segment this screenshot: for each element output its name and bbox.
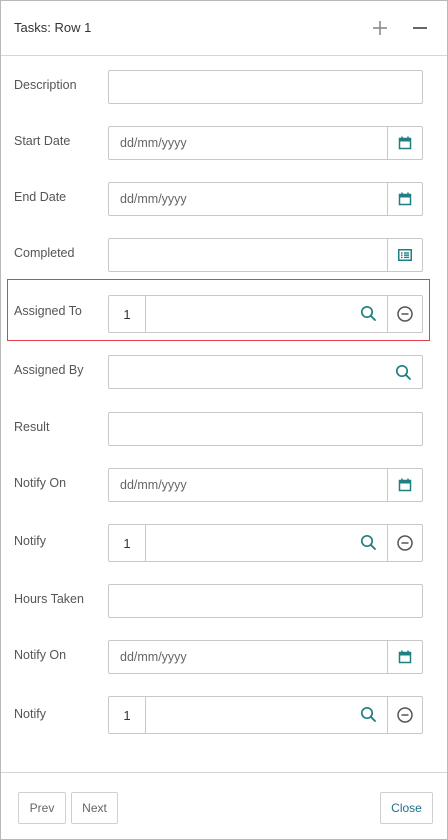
description-input[interactable] xyxy=(108,70,423,104)
start-date-input[interactable]: dd/mm/yyyy xyxy=(108,126,423,160)
result-label: Result xyxy=(14,420,50,434)
notify-2-remove-button[interactable] xyxy=(387,697,422,733)
assigned-to-remove-button[interactable] xyxy=(387,296,422,332)
notify-on-input[interactable]: dd/mm/yyyy xyxy=(108,468,423,502)
start-date-label: Start Date xyxy=(14,134,71,148)
remove-circle-icon xyxy=(397,707,413,723)
notify-on-placeholder: dd/mm/yyyy xyxy=(120,478,187,492)
completed-label: Completed xyxy=(14,246,75,260)
completed-list-button[interactable] xyxy=(387,239,422,271)
start-date-calendar-button[interactable] xyxy=(387,127,422,159)
notify-on-2-label: Notify On xyxy=(14,648,67,662)
assigned-to-lookup[interactable]: 1 xyxy=(108,295,423,333)
description-label: Description xyxy=(14,78,77,92)
hours-taken-input[interactable] xyxy=(108,584,423,618)
end-date-input[interactable]: dd/mm/yyyy xyxy=(108,182,423,216)
notify-on-2-input[interactable]: dd/mm/yyyy xyxy=(108,640,423,674)
tasks-row-panel: Tasks: Row 1 Description Start Date dd/m… xyxy=(0,0,448,840)
notify-on-2-calendar-button[interactable] xyxy=(387,641,422,673)
search-icon xyxy=(360,534,376,550)
close-button[interactable]: Close xyxy=(380,792,433,824)
calendar-icon xyxy=(398,650,412,664)
notify-remove-button[interactable] xyxy=(387,525,422,561)
calendar-icon xyxy=(398,192,412,206)
result-input[interactable] xyxy=(108,412,423,446)
panel-title: Tasks: Row 1 xyxy=(14,20,92,35)
notify-label: Notify xyxy=(14,534,46,548)
notify-search-button[interactable] xyxy=(359,533,379,553)
notify-on-label: Notify On xyxy=(14,476,67,490)
plus-icon xyxy=(373,21,387,35)
start-date-placeholder: dd/mm/yyyy xyxy=(120,136,187,150)
completed-input[interactable] xyxy=(108,238,423,272)
minus-icon xyxy=(413,27,427,29)
hours-taken-label: Hours Taken xyxy=(14,592,84,606)
prev-button[interactable]: Prev xyxy=(18,792,66,824)
assigned-to-label: Assigned To xyxy=(14,304,82,318)
assigned-by-label: Assigned By xyxy=(14,363,84,377)
minimize-button[interactable] xyxy=(407,15,433,41)
assigned-to-value: 1 xyxy=(109,296,146,332)
notify-on-calendar-button[interactable] xyxy=(387,469,422,501)
notify-on-2-placeholder: dd/mm/yyyy xyxy=(120,650,187,664)
panel-header: Tasks: Row 1 xyxy=(1,1,447,56)
search-icon xyxy=(395,364,411,380)
calendar-icon xyxy=(398,478,412,492)
notify-2-search-button[interactable] xyxy=(359,705,379,725)
panel-footer: Prev Next Close xyxy=(1,772,447,839)
end-date-calendar-button[interactable] xyxy=(387,183,422,215)
assigned-by-input[interactable] xyxy=(108,355,423,389)
end-date-label: End Date xyxy=(14,190,67,204)
add-row-button[interactable] xyxy=(367,15,393,41)
notify-2-value: 1 xyxy=(109,697,146,733)
assigned-to-search-button[interactable] xyxy=(359,304,379,324)
notify-2-label: Notify xyxy=(14,707,46,721)
remove-circle-icon xyxy=(397,535,413,551)
assigned-by-search-button[interactable] xyxy=(394,363,414,383)
notify-2-lookup[interactable]: 1 xyxy=(108,696,423,734)
search-icon xyxy=(360,706,376,722)
notify-value: 1 xyxy=(109,525,146,561)
end-date-placeholder: dd/mm/yyyy xyxy=(120,192,187,206)
calendar-icon xyxy=(398,136,412,150)
list-icon xyxy=(398,249,412,261)
remove-circle-icon xyxy=(397,306,413,322)
search-icon xyxy=(360,305,376,321)
notify-lookup[interactable]: 1 xyxy=(108,524,423,562)
next-button[interactable]: Next xyxy=(71,792,118,824)
